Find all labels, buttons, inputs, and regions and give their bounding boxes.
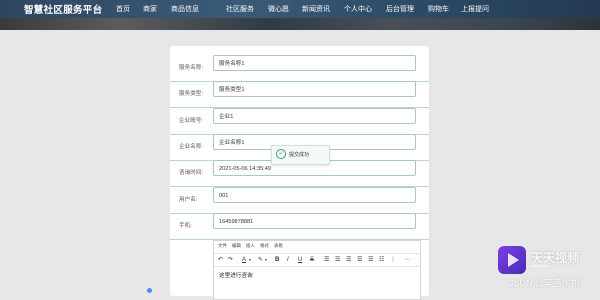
- numbered-list-icon[interactable]: ☷: [379, 256, 384, 264]
- nav-item-community-services[interactable]: 社区服务: [226, 4, 254, 14]
- top-navigation-bar: 智慧社区服务平台 首页 商家 商品信息 社区服务 微心愿 新闻资讯 个人中心 后…: [0, 0, 600, 18]
- form-row-service-type: 服务类型: 服务类型1: [170, 80, 429, 108]
- main-nav: 首页 商家 商品信息 社区服务 微心愿 新闻资讯 个人中心 后台管理 购物车 上…: [0, 0, 600, 18]
- chevron-down-icon[interactable]: ▾: [249, 256, 251, 264]
- consult-content-editor: 文件 编辑 插入 格式 表格 ↶ ↷ A ▾ ✎ ▾ B I U S ☰ ☰ ☰…: [213, 240, 421, 300]
- align-justify-icon[interactable]: ☰: [357, 256, 362, 264]
- redo-icon[interactable]: ↷: [228, 256, 233, 264]
- service-type-input[interactable]: 服务类型1: [213, 81, 416, 97]
- nav-item-micro-wish[interactable]: 微心愿: [268, 4, 289, 14]
- service-name-input[interactable]: 服务名称1: [213, 55, 416, 71]
- align-right-icon[interactable]: ☰: [346, 256, 351, 264]
- undo-icon[interactable]: ↶: [218, 256, 223, 264]
- header-banner-image: [0, 18, 600, 30]
- chevron-down-icon[interactable]: ▾: [265, 256, 267, 264]
- field-label: 服务名称:: [179, 65, 203, 71]
- editor-content-text[interactable]: 这里进行咨询: [219, 271, 253, 279]
- play-icon: [508, 253, 519, 267]
- phone-input[interactable]: 16459878881: [213, 213, 416, 229]
- highlight-icon[interactable]: ✎: [258, 256, 263, 264]
- scroll-indicator-dot: [147, 288, 152, 293]
- video-app-logo: [498, 246, 526, 274]
- nav-item-cart[interactable]: 购物车: [428, 4, 449, 14]
- underline-icon[interactable]: U: [298, 256, 302, 264]
- nav-item-news[interactable]: 新闻资讯: [302, 4, 330, 14]
- field-label: 服务类型:: [179, 91, 203, 97]
- indent-icon[interactable]: ⋮: [390, 256, 396, 264]
- editor-toolbar: ↶ ↷ A ▾ ✎ ▾ B I U S ☰ ☰ ☰ ☰ ☰ ☷ ⋮ ⋯: [214, 253, 420, 267]
- align-center-icon[interactable]: ☰: [335, 256, 340, 264]
- nav-item-products[interactable]: 商品信息: [171, 4, 199, 14]
- toast-message: 提交成功: [289, 152, 310, 158]
- success-toast: ✓ 提交成功: [271, 145, 330, 165]
- form-row-phone: 手机: 16459878881: [170, 212, 429, 240]
- form-row-company-account: 企业账号: 企业1: [170, 107, 429, 135]
- form-row-username: 用户名: 001: [170, 186, 429, 214]
- nav-item-report-question[interactable]: 上报提问: [461, 4, 489, 14]
- bold-icon[interactable]: B: [275, 256, 279, 264]
- editor-menu-table[interactable]: 表格: [274, 243, 283, 249]
- field-label: 咨询时间:: [179, 170, 203, 176]
- italic-icon[interactable]: I: [287, 256, 289, 264]
- nav-item-merchants[interactable]: 商家: [143, 4, 157, 14]
- company-account-input[interactable]: 企业1: [213, 108, 416, 124]
- nav-item-home[interactable]: 首页: [116, 4, 130, 14]
- csdn-watermark: CSDN @辛苦学姐: [507, 278, 581, 288]
- field-label: 用户名:: [179, 197, 198, 203]
- nav-item-personal-center[interactable]: 个人中心: [344, 4, 372, 14]
- form-row-service-name: 服务名称: 服务名称1: [170, 54, 429, 82]
- editor-menu-file[interactable]: 文件: [218, 243, 227, 249]
- username-input[interactable]: 001: [213, 187, 416, 203]
- strikethrough-icon[interactable]: S: [310, 256, 314, 264]
- align-left-icon[interactable]: ☰: [324, 256, 329, 264]
- field-label: 企业名称:: [179, 144, 203, 150]
- editor-menu-insert[interactable]: 插入: [246, 243, 255, 249]
- editor-menu-format[interactable]: 格式: [260, 243, 269, 249]
- editor-menu-edit[interactable]: 编辑: [232, 243, 241, 249]
- nav-item-admin[interactable]: 后台管理: [386, 4, 414, 14]
- font-color-icon[interactable]: A: [242, 256, 246, 264]
- more-options-icon[interactable]: ⋯: [404, 256, 410, 264]
- check-circle-icon: ✓: [276, 149, 286, 159]
- field-label: 企业账号:: [179, 118, 203, 124]
- watermark-app-subtitle: Windows: [531, 263, 548, 268]
- bullet-list-icon[interactable]: ☰: [368, 256, 373, 264]
- field-label: 手机:: [179, 223, 192, 229]
